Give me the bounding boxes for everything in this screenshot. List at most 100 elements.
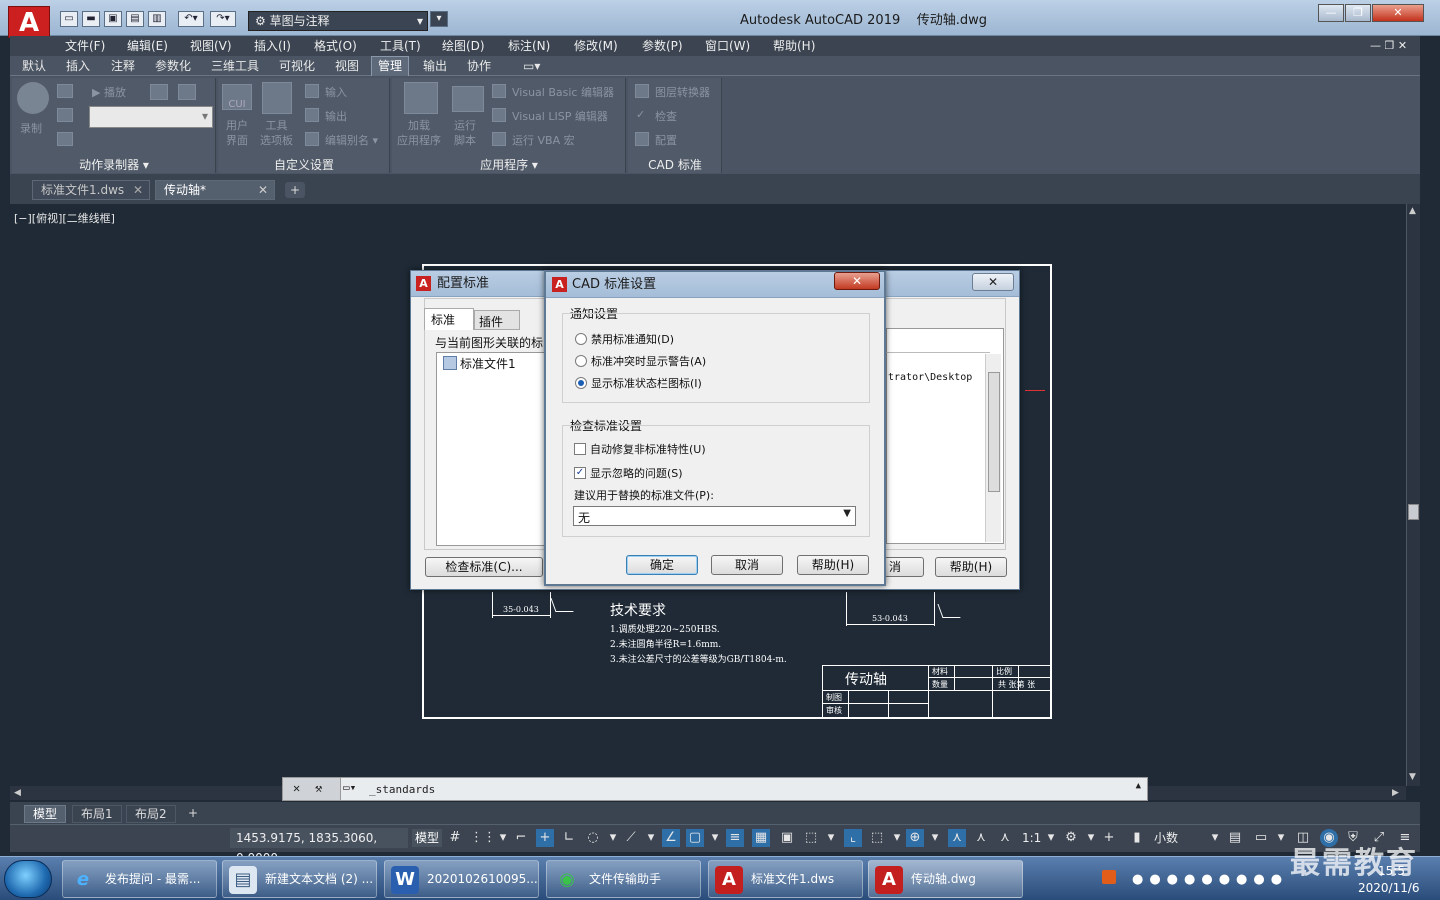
play-label[interactable]: ▶ 播放 <box>92 84 126 100</box>
tab-plugins[interactable]: 插件 <box>474 310 520 330</box>
tool-palettes-label[interactable]: 工具 选项板 <box>260 118 293 148</box>
check-standards-label[interactable]: 检查 <box>655 108 677 124</box>
scroll-down-icon[interactable]: ▼ <box>1409 772 1416 782</box>
tab-collaborate[interactable]: 协作 <box>467 58 491 74</box>
vertical-scrollbar[interactable] <box>1406 204 1420 786</box>
task-notepad[interactable]: ▤ 新建文本文档 (2) ... <box>222 860 377 898</box>
wrench-icon[interactable]: ⚒ <box>315 781 322 795</box>
lisp-editor-label[interactable]: Visual LISP 编辑器 <box>512 108 608 124</box>
vba-editor-label[interactable]: Visual Basic 编辑器 <box>512 84 614 100</box>
close-button[interactable]: ✕ <box>972 273 1014 291</box>
user-input-icon[interactable] <box>57 132 73 146</box>
task-autocad-standard[interactable]: A 标准文件1.dws <box>708 860 863 898</box>
scroll-left-icon[interactable]: ◀ <box>14 788 21 798</box>
chevron-down-icon[interactable]: ▾ <box>888 829 906 847</box>
menu-edit[interactable]: 编辑(E) <box>127 38 168 54</box>
load-application-label[interactable]: 加载 应用程序 <box>397 118 441 148</box>
undo-icon[interactable]: ↶▾ <box>178 11 204 27</box>
help-button[interactable]: 帮助(H) <box>935 557 1007 577</box>
layout-tab-layout1[interactable]: 布局1 <box>72 805 122 823</box>
viewport-controls[interactable]: [−][俯视][二维线框] <box>14 210 115 226</box>
tab-insert[interactable]: 插入 <box>66 58 90 74</box>
radio-warn-conflict-label[interactable]: 标准冲突时显示警告(A) <box>591 353 706 369</box>
workspace-select[interactable]: ⚙ 草图与注释 ▾ <box>248 11 428 31</box>
start-button[interactable] <box>4 860 52 898</box>
chevron-down-icon[interactable]: ▾ <box>604 829 622 847</box>
tab-parametric[interactable]: 参数化 <box>155 58 191 74</box>
polar-icon[interactable]: ◌ <box>584 829 602 847</box>
tab-standards[interactable]: 标准 <box>424 308 474 330</box>
tab-annotate[interactable]: 注释 <box>111 58 135 74</box>
replace-file-select[interactable]: 无 ▼ <box>573 506 856 526</box>
annotation-scale-value[interactable]: 1:1 <box>1022 829 1041 847</box>
doc-tab-drive-shaft[interactable]: 传动轴* ✕ <box>155 180 275 200</box>
task-autocad-shaft[interactable]: A 传动轴.dwg <box>868 860 1023 898</box>
lock-ui-icon[interactable]: ▭ <box>1252 829 1270 847</box>
standards-list-item[interactable]: 标准文件1 <box>460 355 516 372</box>
action-preference-icon[interactable] <box>150 84 168 100</box>
3d-osnap-icon[interactable]: ⬚ <box>802 829 820 847</box>
command-line-handle[interactable] <box>283 778 341 800</box>
restore-button[interactable]: ❐ <box>1345 4 1371 22</box>
tab-output[interactable]: 输出 <box>423 58 447 74</box>
chevron-down-icon[interactable]: ▾ <box>1082 829 1100 847</box>
gear-icon[interactable]: ⚙ <box>1062 829 1080 847</box>
scroll-right-icon[interactable]: ▶ <box>1392 788 1399 798</box>
radio-disable-notify[interactable] <box>575 333 587 345</box>
plus-icon[interactable]: + <box>1100 829 1118 847</box>
run-script-icon[interactable] <box>452 86 484 112</box>
quick-properties-icon[interactable]: ▤ <box>1226 829 1244 847</box>
radio-show-status-icon-label[interactable]: 显示标准状态栏图标(I) <box>591 375 702 391</box>
tab-default[interactable]: 默认 <box>22 58 46 74</box>
check-standards-button[interactable]: 检查标准(C)... <box>425 557 543 577</box>
scroll-up-icon[interactable]: ▲ <box>1409 206 1416 216</box>
import-label[interactable]: 输入 <box>325 84 347 100</box>
insert-message-icon[interactable] <box>57 108 73 122</box>
coordinates-display[interactable]: 1453.9175, 1835.3060, 0.0000 <box>230 828 408 865</box>
task-browser[interactable]: e 发布提问 - 最需... <box>62 860 217 898</box>
selection-cycling-icon[interactable]: ▣ <box>778 829 796 847</box>
action-manage-icon[interactable] <box>178 84 196 100</box>
grid-icon[interactable]: # <box>446 829 464 847</box>
checkbox-show-ignored-label[interactable]: 显示忽略的问题(S) <box>590 465 683 481</box>
dynamic-ucs-icon[interactable]: ⌞ <box>844 829 862 847</box>
close-button[interactable]: ✕ <box>1372 4 1424 22</box>
tab-manage[interactable]: 管理 <box>378 58 402 74</box>
tab-visualize[interactable]: 可视化 <box>279 58 315 74</box>
chevron-down-icon[interactable]: ▾ <box>926 829 944 847</box>
new-file-icon[interactable]: ▭ <box>60 11 78 27</box>
close-icon[interactable]: ✕ <box>133 181 143 199</box>
print-icon[interactable]: ▥ <box>148 11 166 27</box>
infer-constraints-icon[interactable]: ⌐ <box>512 829 530 847</box>
tab-view[interactable]: 视图 <box>335 58 359 74</box>
menu-parametric[interactable]: 参数(P) <box>642 38 683 54</box>
close-icon[interactable]: ✕ <box>258 181 268 199</box>
panel-title-applications[interactable]: 应用程序 ▾ <box>392 156 626 173</box>
configure-standards-label[interactable]: 配置 <box>655 132 677 148</box>
units-value[interactable]: 小数 <box>1154 829 1178 847</box>
checkbox-show-ignored[interactable]: ✓ <box>574 467 586 479</box>
menu-insert[interactable]: 插入(I) <box>254 38 291 54</box>
layer-translator-label[interactable]: 图层转换器 <box>655 84 710 100</box>
scroll-thumb[interactable] <box>988 372 1000 492</box>
cui-icon[interactable]: CUI <box>222 84 252 110</box>
chevron-down-icon[interactable]: ▾ <box>494 829 512 847</box>
new-tab-button[interactable]: + <box>285 182 305 198</box>
gizmo-icon[interactable]: ⊕ <box>906 829 924 847</box>
radio-show-status-icon[interactable] <box>575 377 587 389</box>
layout-tab-model[interactable]: 模型 <box>24 805 67 823</box>
vertical-scrollbar[interactable] <box>985 354 1001 542</box>
ribbon-options-icon[interactable]: ▭▾ <box>523 58 540 74</box>
chevron-down-icon[interactable]: ▾ <box>706 829 724 847</box>
message-icon[interactable] <box>57 84 73 98</box>
close-button[interactable]: ✕ <box>834 272 880 290</box>
chevron-down-icon[interactable]: ▾ <box>1206 829 1224 847</box>
tab-3d-tools[interactable]: 三维工具 <box>211 58 259 74</box>
chevron-down-icon[interactable]: ▾ <box>642 829 660 847</box>
help-button[interactable]: 帮助(H) <box>797 555 869 575</box>
close-icon[interactable]: ✕ <box>293 781 300 795</box>
export-label[interactable]: 输出 <box>325 108 347 124</box>
checkbox-auto-fix[interactable] <box>574 443 586 455</box>
task-word[interactable]: W 2020102610095... <box>384 860 539 898</box>
scroll-thumb[interactable] <box>1408 504 1419 520</box>
